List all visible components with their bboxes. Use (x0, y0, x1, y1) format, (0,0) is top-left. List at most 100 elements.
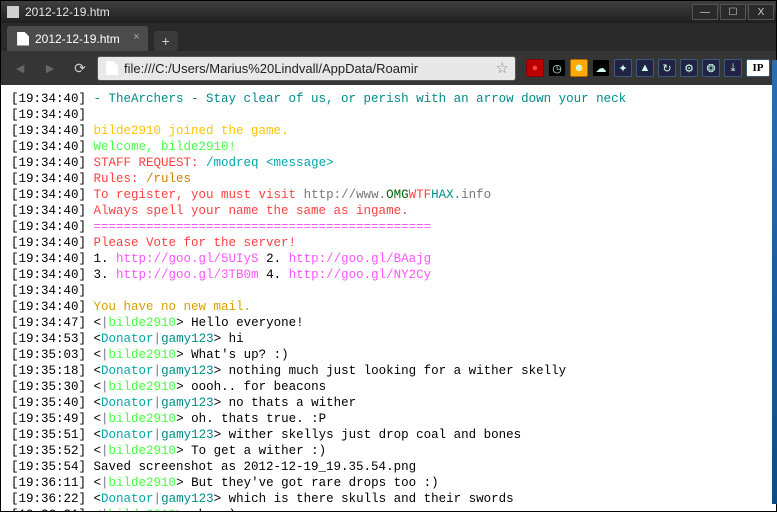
nav-toolbar: ◄ ► ⟳ file:///C:/Users/Marius%20Lindvall… (1, 51, 776, 85)
log-timestamp: [19:34:40] (11, 156, 94, 170)
log-text: /modreq <message> (206, 156, 334, 170)
log-timestamp: [19:34:40] (11, 300, 94, 314)
log-text: < (94, 332, 102, 346)
log-text: < (94, 364, 102, 378)
close-tab-icon[interactable]: × (133, 31, 139, 43)
log-text: > which is there skulls and their swords (214, 492, 514, 506)
log-timestamp: [19:34:40] (11, 268, 94, 282)
close-button[interactable]: X (748, 4, 774, 20)
log-timestamp: [19:34:40] (11, 204, 94, 218)
page-content: [19:34:40] - TheArchers - Stay clear of … (1, 85, 776, 511)
log-text: HAX (431, 188, 454, 202)
log-text: Always spell your name the same as ingam… (94, 204, 409, 218)
log-text: bilde2910 (109, 412, 177, 426)
log-text: < (94, 380, 102, 394)
bookmark-star-icon[interactable]: ☆ (496, 59, 509, 77)
log-text: bilde2910 (109, 444, 177, 458)
log-text: Saved screenshot as 2012-12-19_19.35.54.… (94, 460, 417, 474)
extension-icon[interactable]: ✦ (614, 59, 632, 77)
log-text: http://goo.gl/NY2Cy (289, 268, 432, 282)
log-line: [19:34:40] To register, you must visit h… (11, 187, 766, 203)
log-text: gamy123 (161, 428, 214, 442)
log-timestamp: [19:34:40] (11, 172, 94, 186)
log-line: [19:34:40] (11, 107, 766, 123)
extension-icon[interactable]: ☻ (570, 59, 588, 77)
log-text: OMG (386, 188, 409, 202)
extension-icon[interactable]: ❂ (702, 59, 720, 77)
log-text: | (154, 428, 162, 442)
back-button[interactable]: ◄ (7, 55, 33, 81)
log-line: [19:35:49] <|bilde2910> oh. thats true. … (11, 411, 766, 427)
extension-icon[interactable]: IP (746, 59, 770, 77)
log-text: Donator (101, 364, 154, 378)
extension-icon[interactable]: ⤓ (724, 59, 742, 77)
log-text: 3. (94, 268, 117, 282)
log-timestamp: [19:34:47] (11, 316, 94, 330)
desktop-edge (772, 60, 777, 504)
log-text: Donator (101, 396, 154, 410)
extension-icon[interactable]: ▲ (636, 59, 654, 77)
log-line: [19:34:40] Rules: /rules (11, 171, 766, 187)
log-text: Please Vote for the server! (94, 236, 297, 250)
tab-strip: 2012-12-19.htm × + (1, 23, 776, 51)
log-text: bilde2910 (109, 348, 177, 362)
extension-icon[interactable]: ☁ (592, 59, 610, 77)
log-text: > mhm :) (176, 508, 236, 511)
extension-icon[interactable]: ↻ (658, 59, 676, 77)
window-titlebar: 2012-12-19.htm — ☐ X (1, 1, 776, 23)
log-text: 1. (94, 252, 117, 266)
log-text: 2. (259, 252, 289, 266)
log-text: .info (454, 188, 492, 202)
extension-icon[interactable]: ● (526, 59, 544, 77)
log-timestamp: [19:34:40] (11, 188, 94, 202)
minimize-button[interactable]: — (692, 4, 718, 20)
log-timestamp: [19:34:40] (11, 124, 94, 138)
log-timestamp: [19:34:40] (11, 140, 94, 154)
log-text: > nothing much just looking for a wither… (214, 364, 567, 378)
maximize-button[interactable]: ☐ (720, 4, 746, 20)
log-line: [19:35:54] Saved screenshot as 2012-12-1… (11, 459, 766, 475)
log-timestamp: [19:34:40] (11, 92, 94, 106)
log-line: [19:34:40] 1. http://goo.gl/5UIyS 2. htt… (11, 251, 766, 267)
log-line: [19:36:22] <Donator|gamy123> which is th… (11, 491, 766, 507)
log-text: < (94, 508, 102, 511)
extension-icon[interactable]: ◷ (548, 59, 566, 77)
log-timestamp: [19:34:40] (11, 284, 94, 298)
log-line: [19:35:30] <|bilde2910> oooh.. for beaco… (11, 379, 766, 395)
log-text: To register, you must visit (94, 188, 304, 202)
window-menu-icon[interactable] (7, 6, 19, 18)
forward-button[interactable]: ► (37, 55, 63, 81)
log-text: | (154, 492, 162, 506)
log-timestamp: [19:34:53] (11, 332, 94, 346)
extension-icons: ●◷☻☁✦▲↻⚙❂⤓IP (526, 59, 770, 77)
log-text: bilde2910 (109, 476, 177, 490)
file-icon (104, 61, 118, 75)
log-line: [19:36:31] <|bilde2910> mhm :) (11, 507, 766, 511)
log-text: bilde2910 joined the game. (94, 124, 289, 138)
log-timestamp: [19:34:40] (11, 236, 94, 250)
log-line: [19:35:51] <Donator|gamy123> wither skel… (11, 427, 766, 443)
log-text: - TheArchers - Stay clear of us, or peri… (94, 92, 627, 106)
log-text: bilde2910 (109, 380, 177, 394)
log-text: < (94, 492, 102, 506)
log-text: gamy123 (161, 364, 214, 378)
log-line: [19:34:40] (11, 283, 766, 299)
log-text: Rules: (94, 172, 147, 186)
log-timestamp: [19:35:54] (11, 460, 94, 474)
log-line: [19:34:40] 3. http://goo.gl/3TB0m 4. htt… (11, 267, 766, 283)
url-bar[interactable]: file:///C:/Users/Marius%20Lindvall/AppDa… (97, 56, 516, 81)
log-text: | (101, 380, 109, 394)
log-line: [19:34:40] Welcome, bilde2910! (11, 139, 766, 155)
log-timestamp: [19:35:03] (11, 348, 94, 362)
log-line: [19:34:40] - TheArchers - Stay clear of … (11, 91, 766, 107)
tab-active[interactable]: 2012-12-19.htm × (7, 26, 148, 51)
log-timestamp: [19:34:40] (11, 220, 94, 234)
log-text: WTF (409, 188, 432, 202)
log-text: STAFF REQUEST: (94, 156, 207, 170)
log-line: [19:34:40] STAFF REQUEST: /modreq <messa… (11, 155, 766, 171)
log-line: [19:34:40] bilde2910 joined the game. (11, 123, 766, 139)
log-line: [19:34:47] <|bilde2910> Hello everyone! (11, 315, 766, 331)
new-tab-button[interactable]: + (154, 31, 178, 51)
extension-icon[interactable]: ⚙ (680, 59, 698, 77)
reload-button[interactable]: ⟳ (67, 55, 93, 81)
